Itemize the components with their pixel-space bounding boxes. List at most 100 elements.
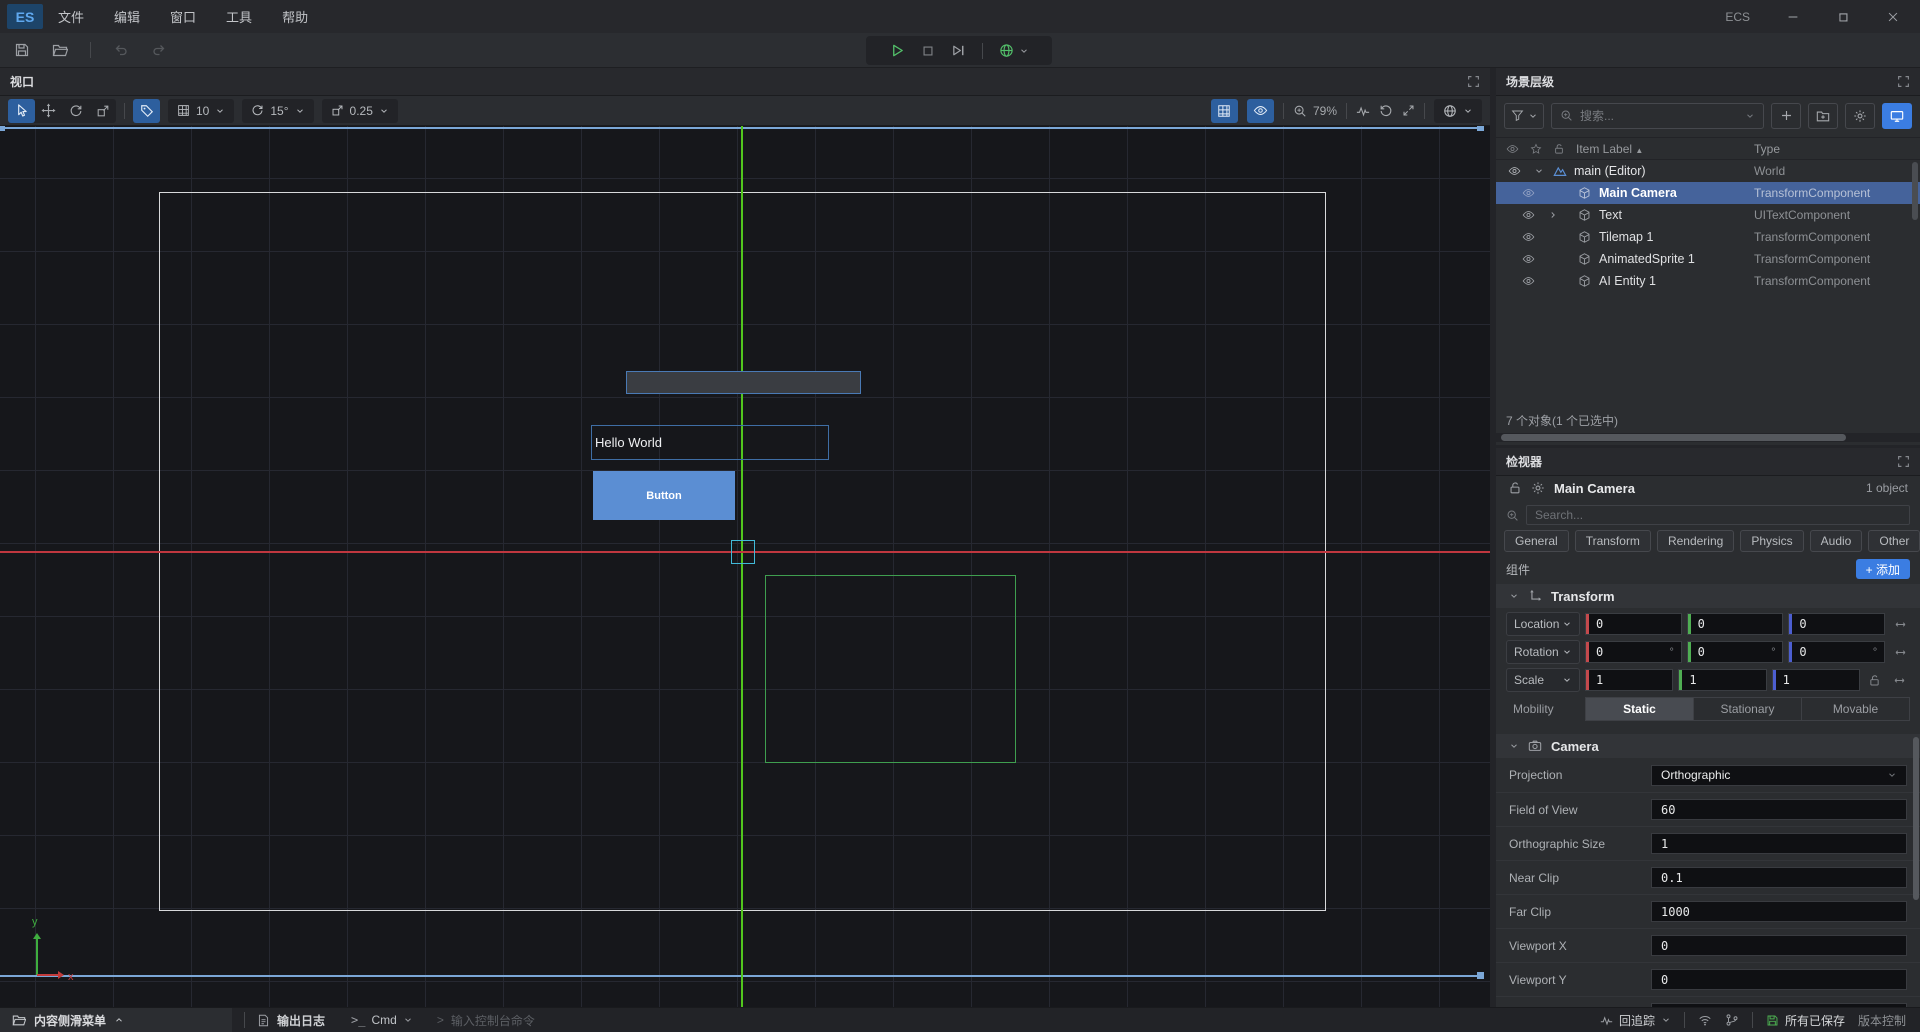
- link-axes-icon[interactable]: [1890, 674, 1910, 687]
- inspector-vertical-scrollbar[interactable]: [1913, 737, 1919, 900]
- maximize-button[interactable]: [1836, 10, 1850, 24]
- stats-pulse-button[interactable]: [1356, 104, 1370, 118]
- scale-x-input[interactable]: 1: [1585, 669, 1673, 691]
- chevron-right-icon[interactable]: [1548, 210, 1558, 220]
- near-clip-input[interactable]: 0.1: [1651, 867, 1907, 888]
- inspector-expand-icon[interactable]: [1897, 455, 1910, 468]
- version-control-button[interactable]: 版本控制: [1858, 1012, 1906, 1029]
- undo-icon[interactable]: [113, 42, 129, 58]
- menu-edit[interactable]: 编辑: [99, 0, 155, 33]
- selection-pivot-square[interactable]: [731, 540, 755, 564]
- menu-help[interactable]: 帮助: [267, 0, 323, 33]
- visibility-eye-icon[interactable]: [1522, 231, 1535, 244]
- minimize-button[interactable]: [1786, 10, 1800, 24]
- viewport-expand-icon[interactable]: [1467, 75, 1480, 88]
- rotate-tool-button[interactable]: [62, 99, 89, 123]
- network-wifi-icon[interactable]: [1698, 1013, 1712, 1027]
- hierarchy-row-animatedsprite[interactable]: AnimatedSprite 1 TransformComponent: [1496, 248, 1920, 270]
- content-drawer-toggle[interactable]: 内容侧滑菜单: [0, 1008, 232, 1032]
- trace-dropdown[interactable]: 回追踪: [1600, 1012, 1671, 1029]
- scale-mode-dropdown[interactable]: Scale: [1506, 668, 1580, 692]
- inspector-search-input[interactable]: Search...: [1526, 505, 1910, 525]
- step-forward-button[interactable]: [951, 43, 966, 58]
- guide-handle[interactable]: [0, 126, 5, 131]
- visibility-button[interactable]: [1247, 99, 1274, 123]
- rotate-snap-dropdown[interactable]: 15°: [242, 99, 313, 123]
- chevron-down-icon[interactable]: [1534, 166, 1544, 176]
- visibility-eye-icon[interactable]: [1522, 253, 1535, 266]
- console-command-input[interactable]: > 输入控制台命令: [437, 1012, 535, 1029]
- scale-y-input[interactable]: 1: [1678, 669, 1766, 691]
- scale-z-input[interactable]: 1: [1772, 669, 1860, 691]
- snap-tag-button[interactable]: [133, 99, 160, 123]
- menu-tools[interactable]: 工具: [211, 0, 267, 33]
- camera-section-header[interactable]: Camera: [1496, 734, 1920, 758]
- rotation-z-input[interactable]: 0°: [1788, 641, 1885, 663]
- hierarchy-row-main-camera[interactable]: Main Camera TransformComponent: [1496, 182, 1920, 204]
- add-entity-button[interactable]: [1771, 103, 1801, 129]
- filter-dropdown[interactable]: [1504, 103, 1544, 129]
- collapse-chevron-icon[interactable]: [1509, 591, 1519, 601]
- hierarchy-horizontal-scrollbar[interactable]: [1496, 433, 1920, 442]
- column-favorite-icon[interactable]: [1530, 143, 1542, 155]
- tab-transform[interactable]: Transform: [1575, 530, 1651, 552]
- location-y-input[interactable]: 0: [1687, 613, 1784, 635]
- transform-section-header[interactable]: Transform: [1496, 584, 1920, 608]
- guide-handle[interactable]: [1477, 972, 1484, 979]
- hierarchy-row-main[interactable]: main (Editor) World: [1496, 160, 1920, 182]
- location-mode-dropdown[interactable]: Location: [1506, 612, 1580, 636]
- scale-tool-button[interactable]: [89, 99, 116, 123]
- add-folder-button[interactable]: [1808, 103, 1838, 129]
- tab-physics[interactable]: Physics: [1740, 530, 1803, 552]
- hierarchy-row-tilemap[interactable]: Tilemap 1 TransformComponent: [1496, 226, 1920, 248]
- stop-button[interactable]: [921, 44, 935, 58]
- cmd-mode-dropdown[interactable]: >_ Cmd: [351, 1013, 413, 1027]
- redo-icon[interactable]: [151, 42, 167, 58]
- visibility-eye-icon[interactable]: [1522, 187, 1535, 200]
- menu-file[interactable]: 文件: [43, 0, 99, 33]
- rotation-mode-dropdown[interactable]: Rotation: [1506, 640, 1580, 664]
- visibility-eye-icon[interactable]: [1522, 275, 1535, 288]
- viewport-x-input[interactable]: 0: [1651, 935, 1907, 956]
- mobility-movable-option[interactable]: Movable: [1802, 698, 1909, 720]
- menu-window[interactable]: 窗口: [155, 0, 211, 33]
- column-item-label[interactable]: Item Label ▲: [1576, 142, 1643, 156]
- close-button[interactable]: [1886, 10, 1900, 24]
- mobility-static-option[interactable]: Static: [1586, 698, 1694, 720]
- show-grid-button[interactable]: [1211, 99, 1238, 123]
- tab-other[interactable]: Other: [1868, 530, 1920, 552]
- ui-button-element[interactable]: Button: [593, 471, 735, 520]
- hierarchy-expand-icon[interactable]: [1897, 75, 1910, 88]
- hierarchy-settings-button[interactable]: [1845, 103, 1875, 129]
- projection-dropdown[interactable]: Orthographic: [1651, 765, 1907, 786]
- mobility-stationary-option[interactable]: Stationary: [1694, 698, 1802, 720]
- rotation-x-input[interactable]: 0°: [1585, 641, 1682, 663]
- visibility-eye-icon[interactable]: [1508, 165, 1521, 178]
- hierarchy-row-text[interactable]: Text UITextComponent: [1496, 204, 1920, 226]
- viewport-y-input[interactable]: 0: [1651, 969, 1907, 990]
- save-status[interactable]: 所有已保存: [1766, 1012, 1845, 1029]
- tab-general[interactable]: General: [1504, 530, 1569, 552]
- tab-audio[interactable]: Audio: [1810, 530, 1863, 552]
- lock-icon[interactable]: [1508, 481, 1522, 495]
- add-component-button[interactable]: + 添加: [1856, 559, 1910, 579]
- collapse-chevron-icon[interactable]: [1509, 741, 1519, 751]
- uniform-scale-lock-icon[interactable]: [1865, 674, 1885, 687]
- hierarchy-vertical-scrollbar[interactable]: [1912, 162, 1918, 220]
- move-tool-button[interactable]: [35, 99, 62, 123]
- location-x-input[interactable]: 0: [1585, 613, 1682, 635]
- open-project-icon[interactable]: [52, 42, 68, 58]
- far-clip-input[interactable]: 1000: [1651, 901, 1907, 922]
- select-tool-button[interactable]: [8, 99, 35, 123]
- zoom-level-control[interactable]: 79%: [1293, 104, 1337, 118]
- link-axes-icon[interactable]: [1890, 618, 1910, 631]
- column-lock-icon[interactable]: [1553, 143, 1565, 155]
- hierarchy-row-ai-entity[interactable]: AI Entity 1 TransformComponent: [1496, 270, 1920, 292]
- guide-handle[interactable]: [1477, 126, 1484, 131]
- reset-view-button[interactable]: [1379, 104, 1393, 118]
- camera-mode-dropdown[interactable]: [1434, 99, 1482, 123]
- source-branch-icon[interactable]: [1725, 1013, 1739, 1027]
- output-log-button[interactable]: 输出日志: [257, 1012, 325, 1029]
- orthographic-size-input[interactable]: 1: [1651, 833, 1907, 854]
- scale-snap-dropdown[interactable]: 0.25: [322, 99, 398, 123]
